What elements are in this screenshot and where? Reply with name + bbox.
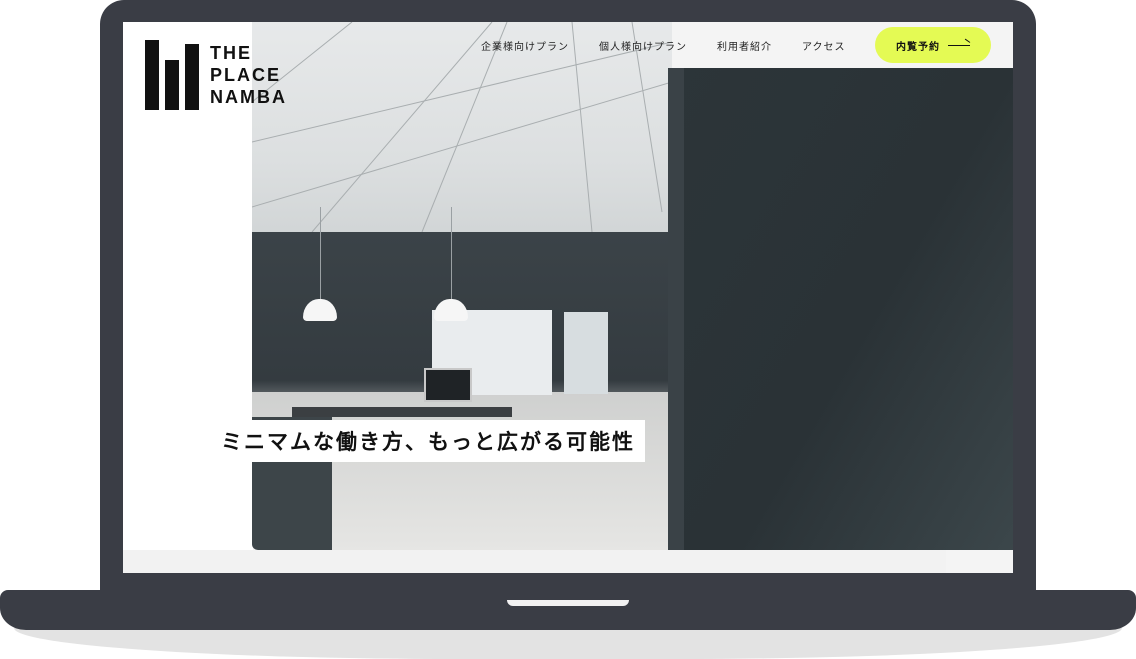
logo-line-1: THE [210, 43, 252, 63]
nav-individual-plan[interactable]: 個人様向けプラン [599, 38, 687, 53]
nav-corporate-plan[interactable]: 企業様向けプラン [481, 38, 569, 53]
laptop-shadow [14, 628, 1122, 659]
laptop-base [0, 590, 1136, 630]
monitor-image [424, 368, 472, 402]
laptop-notch [507, 600, 629, 606]
logo-line-2: PLACE [210, 65, 282, 85]
tour-booking-label: 内覧予約 [896, 41, 940, 53]
tour-booking-button[interactable]: 内覧予約 [875, 27, 991, 63]
logo-text: THE PLACE NAMBA [210, 42, 287, 108]
laptop-screen: THE PLACE NAMBA 企業様向けプラン 個人様向けプラン 利用者紹介 … [123, 22, 1013, 573]
hero-tagline: ミニマムな働き方、もっと広がる可能性 [211, 420, 645, 462]
nav-links: 企業様向けプラン 個人様向けプラン 利用者紹介 アクセス [481, 38, 876, 53]
bottom-strip [123, 550, 946, 573]
top-nav: THE PLACE NAMBA 企業様向けプラン 個人様向けプラン 利用者紹介 … [123, 22, 1013, 110]
site-logo[interactable]: THE PLACE NAMBA [145, 40, 295, 110]
logo-line-3: NAMBA [210, 87, 287, 107]
dark-wall [668, 68, 1013, 550]
arrow-right-icon [948, 44, 970, 46]
logo-bars-icon [145, 40, 201, 110]
hero-image [252, 22, 1013, 550]
nav-access[interactable]: アクセス [802, 38, 846, 53]
nav-members[interactable]: 利用者紹介 [717, 38, 772, 53]
hero-tagline-text: ミニマムな働き方、もっと広がる可能性 [221, 430, 635, 454]
